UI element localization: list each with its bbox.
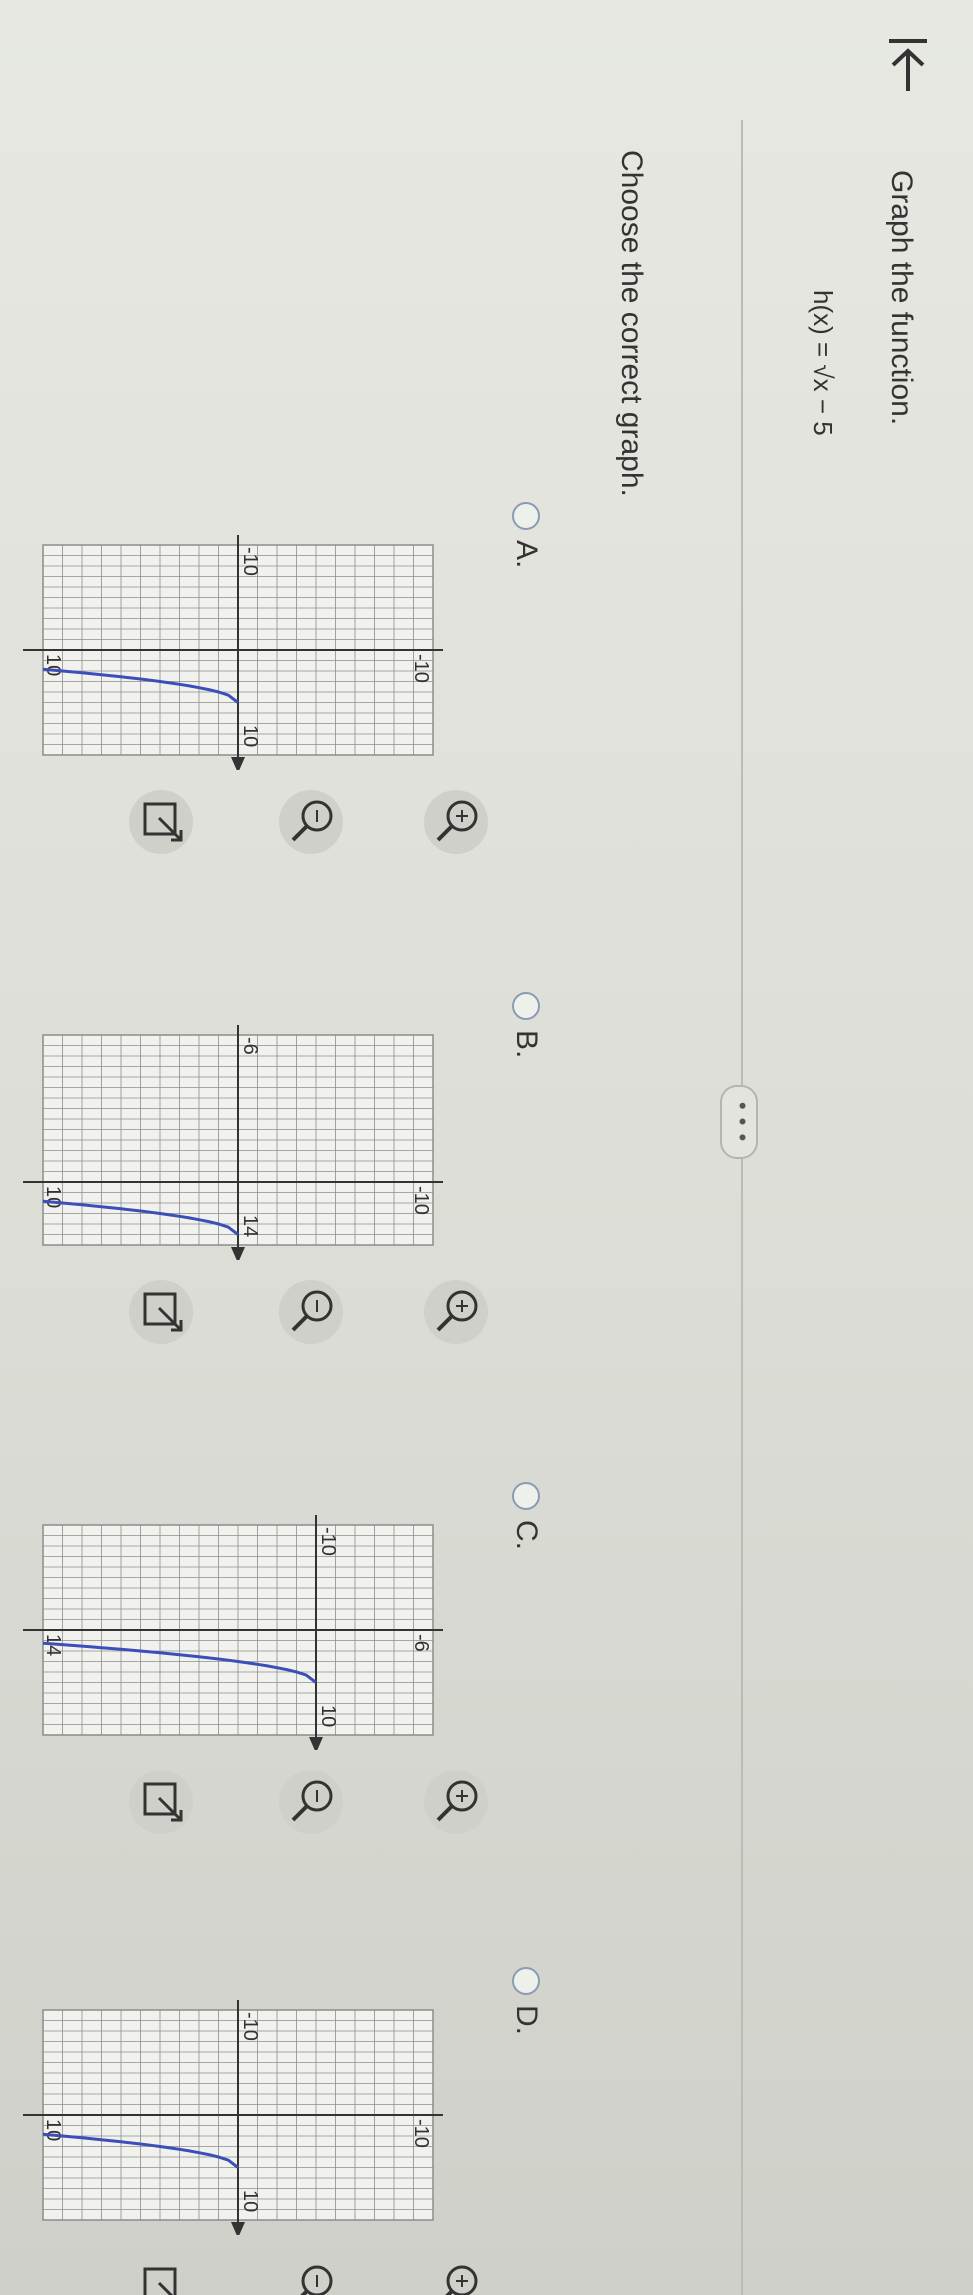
back-arrow-icon: [889, 39, 927, 91]
zoom-out-icon: [291, 1780, 333, 1822]
back-button[interactable]: [883, 35, 933, 95]
tick-label: -10: [239, 547, 261, 576]
tick-label: -10: [317, 1527, 339, 1556]
expand-icon: [143, 2267, 183, 2295]
tick-label: -10: [410, 654, 432, 683]
option-d-select[interactable]: D.: [509, 1967, 543, 2035]
zoom-out-icon: [291, 800, 333, 842]
radio-b[interactable]: [512, 992, 540, 1020]
tick-label: 10: [42, 654, 64, 676]
option-d: D. xy-101010-10: [23, 1955, 543, 2295]
zoom-in-button[interactable]: [424, 790, 488, 854]
expand-icon: [143, 802, 183, 842]
grid-b: xy-101014-6: [23, 1025, 443, 1260]
option-b-label: B.: [510, 1030, 543, 1059]
zoom-in-icon: [436, 2265, 478, 2295]
graph-b: xy-101014-6: [23, 1025, 443, 1260]
zoom-out-button[interactable]: [279, 1770, 343, 1834]
zoom-in-button[interactable]: [424, 1280, 488, 1344]
zoom-out-button[interactable]: [279, 1280, 343, 1344]
zoom-in-button[interactable]: [424, 2255, 488, 2295]
radio-c[interactable]: [512, 1482, 540, 1510]
option-c: C. xy-61410-10: [23, 1470, 543, 1850]
zoom-out-button[interactable]: [279, 790, 343, 854]
tick-label: 10: [42, 2119, 64, 2141]
expand-icon: [143, 1782, 183, 1822]
page-title: Graph the function.: [885, 170, 918, 426]
option-c-label: C.: [510, 1520, 543, 1550]
expand-icon: [143, 1292, 183, 1332]
more-button[interactable]: • • •: [720, 1085, 758, 1159]
radio-d[interactable]: [512, 1967, 540, 1995]
tick-label: 10: [239, 2190, 261, 2212]
expand-button[interactable]: [129, 2255, 193, 2295]
graph-c: xy-61410-10: [23, 1515, 443, 1750]
zoom-in-icon: [436, 800, 478, 842]
zoom-in-button[interactable]: [424, 1770, 488, 1834]
tick-label: 10: [42, 1186, 64, 1208]
divider: [741, 120, 743, 2295]
tick-label: 14: [239, 1215, 261, 1237]
option-a: A. xy-101010-10: [23, 490, 543, 870]
zoom-in-icon: [436, 1780, 478, 1822]
zoom-out-button[interactable]: [279, 2255, 343, 2295]
graph-d: xy-101010-10: [23, 2000, 443, 2235]
option-b-select[interactable]: B.: [509, 992, 543, 1058]
zoom-in-icon: [436, 1290, 478, 1332]
option-d-label: D.: [510, 2005, 543, 2035]
tick-label: 10: [317, 1705, 339, 1727]
option-a-select[interactable]: A.: [509, 502, 543, 568]
tick-label: -10: [410, 1186, 432, 1215]
radio-a[interactable]: [512, 502, 540, 530]
function-formula: h(x) = √x − 5: [808, 290, 838, 436]
option-a-label: A.: [510, 540, 543, 569]
zoom-out-icon: [291, 2265, 333, 2295]
question-prompt: Choose the correct graph.: [615, 150, 648, 497]
zoom-out-icon: [291, 1290, 333, 1332]
grid-a: xy-101010-10: [23, 535, 443, 770]
tick-label: -6: [410, 1634, 432, 1652]
graph-a: xy-101010-10: [23, 535, 443, 770]
option-b: B. xy-101014-6: [23, 980, 543, 1360]
tick-label: -6: [239, 1037, 261, 1055]
expand-button[interactable]: [129, 1280, 193, 1344]
option-c-select[interactable]: C.: [509, 1482, 543, 1550]
tick-label: 10: [239, 725, 261, 747]
tick-label: -10: [410, 2119, 432, 2148]
expand-button[interactable]: [129, 790, 193, 854]
grid-d: xy-101010-10: [23, 2000, 443, 2235]
tick-label: -10: [239, 2012, 261, 2041]
grid-c: xy-61410-10: [23, 1515, 443, 1750]
expand-button[interactable]: [129, 1770, 193, 1834]
